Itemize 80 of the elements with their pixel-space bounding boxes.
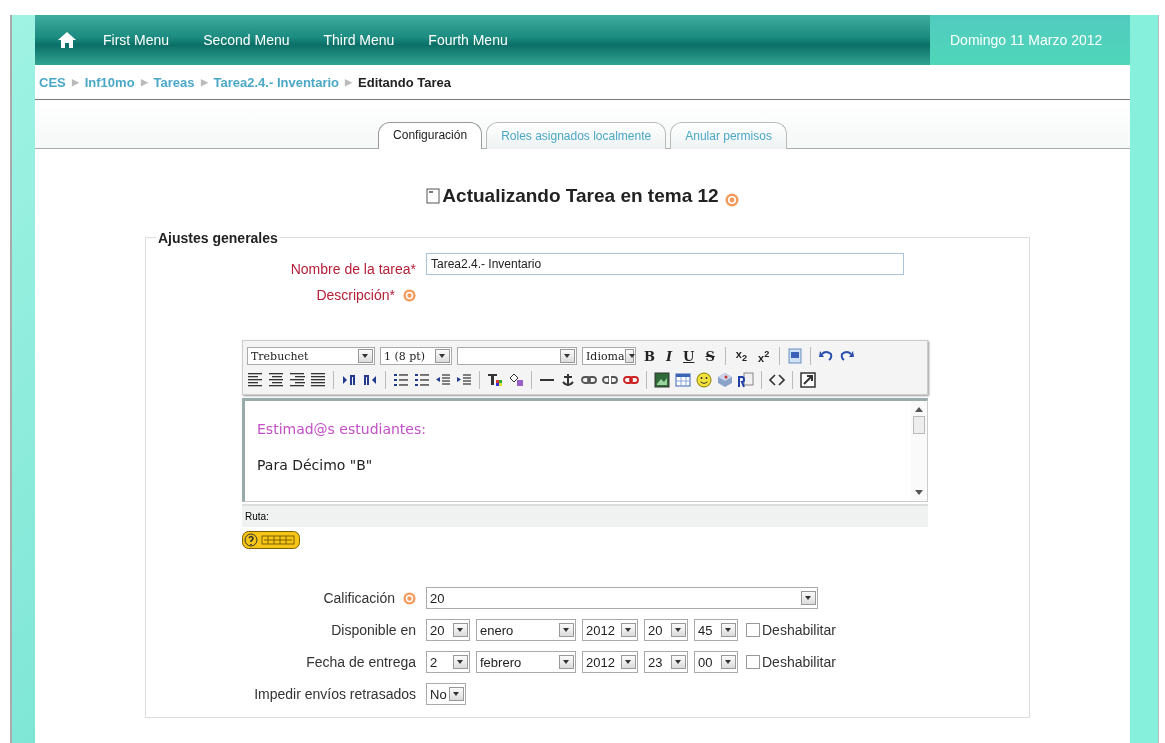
scroll-down-icon[interactable] (915, 490, 923, 495)
date-select[interactable]: febrero (476, 651, 576, 673)
bullet-list-icon[interactable] (414, 372, 430, 388)
page-title: Actualizando Tarea en tema 12 (442, 185, 719, 207)
separator-icon: ▶ (140, 77, 148, 87)
scroll-thumb[interactable] (913, 416, 925, 434)
fill-color-icon[interactable] (508, 372, 524, 388)
menu-item[interactable]: Third Menu (323, 32, 395, 48)
name-field[interactable]: Tarea2.4.- Inventario (426, 253, 904, 275)
field-label: Calificación (323, 590, 395, 606)
format-button[interactable]: B (641, 348, 658, 364)
checkbox[interactable] (746, 623, 760, 637)
checkbox-label: Deshabilitar (762, 654, 836, 670)
format-button[interactable]: U (680, 348, 698, 364)
date-select[interactable]: 23 (644, 651, 688, 673)
outdent-icon[interactable] (435, 372, 451, 388)
field-label: Nombre de la tarea* (290, 261, 416, 277)
field-label: Fecha de entrega (306, 654, 416, 670)
keyboard-help-icon[interactable] (242, 531, 300, 549)
grade-select[interactable]: 20 (426, 587, 818, 609)
paragraph: Para Décimo "B" (257, 457, 374, 473)
date-select[interactable]: 20 (644, 619, 688, 641)
text-color-icon[interactable] (487, 372, 503, 388)
indent-icon[interactable] (456, 372, 472, 388)
rtl-icon[interactable] (362, 372, 378, 388)
menu-item[interactable]: Fourth Menu (428, 32, 508, 48)
document-icon[interactable] (738, 372, 754, 388)
unlink-icon[interactable] (602, 372, 618, 388)
date-select[interactable]: 2012 (582, 651, 638, 673)
paragraph: Estimad@s estudiantes: (257, 421, 427, 437)
anchor-icon[interactable] (560, 372, 576, 388)
menu-item[interactable]: Second Menu (203, 32, 290, 48)
format-button[interactable]: I (663, 348, 676, 364)
ltr-icon[interactable] (341, 372, 357, 388)
align-left-icon[interactable] (247, 372, 263, 388)
scrollbar[interactable] (911, 401, 927, 501)
date-select[interactable]: enero (476, 619, 576, 641)
scroll-up-icon[interactable] (915, 407, 923, 412)
align-right-icon[interactable] (289, 372, 305, 388)
justify-icon[interactable] (310, 372, 326, 388)
breadcrumb-current: Editando Tarea (358, 74, 451, 90)
redo-icon[interactable] (839, 348, 856, 364)
date-label: Domingo 11 Marzo 2012 (930, 15, 1130, 65)
separator-icon: ▶ (200, 77, 208, 87)
date-select[interactable]: 2 (426, 651, 470, 673)
numbered-list-icon[interactable] (393, 372, 409, 388)
table-icon[interactable] (675, 372, 691, 388)
checkbox-label: Deshabilitar (762, 622, 836, 638)
size-select[interactable]: 1 (8 pt) (380, 347, 452, 365)
image-icon[interactable] (654, 372, 670, 388)
smiley-icon[interactable] (696, 372, 712, 388)
date-select[interactable]: 00 (694, 651, 738, 673)
script-button[interactable]: x$_{2}$ (732, 348, 751, 364)
undo-icon[interactable] (818, 348, 835, 364)
date-select[interactable]: 20 (426, 619, 470, 641)
date-select[interactable]: 2012 (582, 619, 638, 641)
path-label: Ruta: (245, 511, 269, 522)
menu-item[interactable]: First Menu (103, 32, 170, 48)
script-button[interactable]: x$^{2}$ (755, 348, 773, 364)
language-select[interactable]: Idioma (582, 347, 636, 365)
tab[interactable]: Configuración (378, 122, 483, 149)
date-select[interactable]: 45 (694, 619, 738, 641)
home-icon[interactable] (57, 31, 77, 49)
separator-icon: ▶ (71, 77, 79, 87)
checkbox[interactable] (746, 655, 760, 669)
late-select[interactable]: No (426, 683, 466, 705)
separator-icon: ▶ (345, 77, 353, 87)
fullscreen-icon[interactable] (800, 372, 816, 388)
paste-word-icon[interactable] (787, 348, 804, 364)
window-scrollbar[interactable] (1158, 15, 1165, 743)
assignment-icon (426, 188, 441, 204)
field-label: Descripción* (316, 287, 395, 303)
format-button[interactable]: S (702, 348, 718, 364)
field-label: Disponible en (331, 622, 416, 638)
font-select[interactable]: Trebuchet (247, 347, 375, 365)
format-select[interactable] (457, 347, 577, 365)
code-icon[interactable] (769, 372, 785, 388)
align-center-icon[interactable] (268, 372, 284, 388)
section-title: Ajustes generales (156, 230, 280, 246)
field-label: Impedir envíos retrasados (254, 686, 416, 702)
